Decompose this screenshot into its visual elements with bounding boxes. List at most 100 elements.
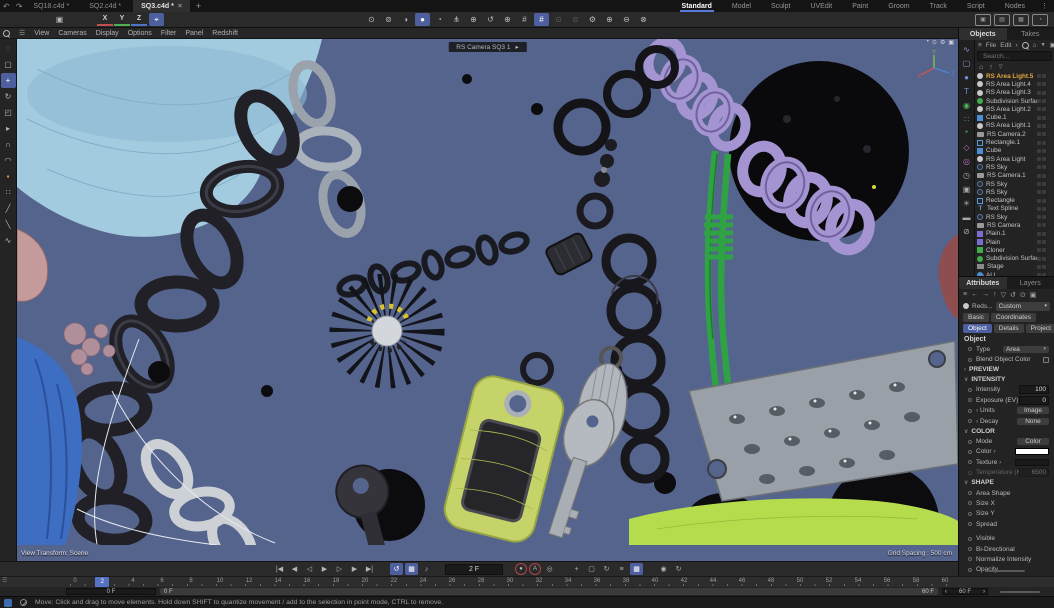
viewport-menu-item[interactable]: Redshift	[212, 30, 238, 37]
keyframe-dot[interactable]	[968, 568, 972, 572]
toolbar-icon[interactable]: ⊖	[619, 13, 634, 26]
close-icon[interactable]: ×	[178, 3, 182, 10]
attribute-page-button[interactable]: Coordinates	[991, 313, 1036, 322]
attribute-row[interactable]: Spread	[959, 519, 1054, 529]
object-tree-item[interactable]: RS Camera.2 ⋮	[975, 130, 1054, 138]
tool-button[interactable]: ▸	[1, 121, 16, 136]
attribute-value[interactable]	[1043, 357, 1049, 363]
transport-button[interactable]: ◁	[303, 563, 316, 575]
object-tree-item[interactable]: RS Camera ⋮	[975, 221, 1054, 229]
visibility-toggles[interactable]	[1037, 74, 1046, 78]
up-arrow-icon[interactable]: ↑	[989, 64, 993, 71]
object-tree-item[interactable]: RS Area Light.1 ⋮	[975, 122, 1054, 130]
record-button[interactable]: ◎	[543, 563, 556, 575]
section-preview[interactable]: › PREVIEW	[959, 365, 1054, 375]
redo-icon[interactable]: ↷	[13, 2, 26, 11]
toolbar-icon[interactable]: #	[534, 13, 549, 26]
attribute-row[interactable]: Type Area	[959, 344, 1054, 354]
visibility-toggles[interactable]	[1037, 199, 1046, 203]
render-icon[interactable]: ◔	[1032, 14, 1048, 26]
attribute-row[interactable]: Units Image	[959, 406, 1054, 416]
layout-tab[interactable]: Nodes	[995, 0, 1035, 12]
document-tab[interactable]: SQ3.c4d * ×	[133, 0, 190, 12]
visibility-toggles[interactable]	[1037, 223, 1046, 227]
palette-icon[interactable]: ◇	[960, 141, 973, 153]
axis-modifier-icon[interactable]: ⌖	[149, 13, 164, 26]
attribute-value[interactable]: 0	[1019, 396, 1049, 405]
viewport-mini-icon[interactable]: ▣	[948, 39, 954, 46]
transport-button[interactable]: ▦	[405, 563, 418, 575]
visibility-toggles[interactable]	[1037, 107, 1046, 111]
axis-lock-button[interactable]: Z	[131, 13, 147, 26]
toolbar-icon[interactable]: ◔	[432, 13, 447, 26]
palette-icon[interactable]: ⊘	[960, 225, 973, 237]
attribute-toolbar-icon[interactable]: ▽	[1001, 291, 1006, 299]
filter-icon[interactable]: ▽	[999, 64, 1003, 70]
object-tree-item[interactable]: RS Camera.1 ⋮	[975, 172, 1054, 180]
layout-tab[interactable]: Groom	[878, 0, 919, 12]
object-tree-item[interactable]: RS Area Light.5 ⋮	[975, 72, 1054, 80]
object-tree-item[interactable]: RS Area Light.4 ⋮	[975, 80, 1054, 88]
palette-icon[interactable]: ▬	[960, 211, 973, 223]
home-icon[interactable]: ⌂	[979, 64, 983, 71]
attribute-page-button[interactable]: Object	[963, 324, 992, 333]
keyframe-dot[interactable]	[968, 358, 972, 362]
attribute-row[interactable]: Area Shape	[959, 488, 1054, 498]
toolbar-icon[interactable]: ⊙	[551, 13, 566, 26]
viewport-menu-item[interactable]: Options	[128, 30, 152, 37]
object-tree-item[interactable]: Plain ⋮	[975, 238, 1054, 246]
toolbar-icon[interactable]: ⊚	[381, 13, 396, 26]
visibility-toggles[interactable]	[1037, 82, 1046, 86]
toolbar-icon[interactable]: ⚙	[585, 13, 600, 26]
object-tree-item[interactable]: ALL ⋮	[975, 271, 1054, 276]
current-frame-field[interactable]: 2 F	[445, 564, 503, 575]
document-tab[interactable]: SQ2.c4d *	[81, 0, 133, 12]
object-tree-item[interactable]: T Text Spline ⋮	[975, 205, 1054, 213]
object-tree-item[interactable]: RS Sky ⋮	[975, 188, 1054, 196]
visibility-toggles[interactable]	[1037, 232, 1046, 236]
manager-tab[interactable]: Objects	[959, 28, 1007, 40]
keyframe-dot[interactable]	[968, 512, 972, 516]
keyframe-dot[interactable]	[968, 557, 972, 561]
transport-button[interactable]: |◀	[273, 563, 286, 575]
visibility-toggles[interactable]	[1037, 273, 1046, 276]
workplane-box-icon[interactable]: ▣	[52, 13, 67, 26]
menu-icon[interactable]: ≡	[978, 42, 982, 49]
toolbar-icon[interactable]: ⊕	[500, 13, 515, 26]
mode-dropdown[interactable]: Custom ▾	[996, 302, 1050, 311]
record-button[interactable]: ◉	[657, 563, 670, 575]
keyframe-dot[interactable]	[968, 491, 972, 495]
section-color[interactable]: ∨ COLOR	[959, 426, 1054, 436]
layout-tab[interactable]: Track	[920, 0, 957, 12]
attribute-row[interactable]: Visible	[959, 533, 1054, 543]
visibility-toggles[interactable]	[1037, 257, 1046, 261]
menu-icon[interactable]: ☰	[19, 29, 25, 37]
attribute-value[interactable]: 6500	[1019, 468, 1049, 477]
object-tree-item[interactable]: Plain.1 ⋮	[975, 230, 1054, 238]
transport-button[interactable]: ▶	[348, 563, 361, 575]
palette-icon[interactable]: ◎	[960, 155, 973, 167]
visibility-toggles[interactable]	[1037, 207, 1046, 211]
visibility-toggles[interactable]	[1037, 124, 1046, 128]
manager-tab[interactable]: Takes	[1007, 28, 1054, 40]
section-shape[interactable]: ∨ SHAPE	[959, 478, 1054, 488]
keyframe-dot[interactable]	[968, 471, 972, 475]
tool-button[interactable]: ╲	[1, 217, 16, 232]
document-tab[interactable]: SQ18.c4d *	[25, 0, 81, 12]
search-input[interactable]	[981, 52, 1048, 61]
attribute-value[interactable]: Area	[1003, 346, 1049, 353]
tool-button[interactable]: ↻	[1, 89, 16, 104]
timeline-ruler[interactable]: ☰ 02468101214161820222426283032343638404…	[0, 576, 1054, 587]
palette-icon[interactable]: *	[960, 127, 973, 139]
viewport-mini-icon[interactable]: ⊙	[932, 39, 937, 46]
tool-button[interactable]: ◰	[1, 105, 16, 120]
keyframe-dot[interactable]	[968, 398, 972, 402]
toolbar-icon[interactable]: ⊙	[568, 13, 583, 26]
visibility-toggles[interactable]	[1037, 149, 1046, 153]
tool-button[interactable]: ▪	[1, 169, 16, 184]
attribute-row[interactable]: Intensity 100	[959, 385, 1054, 395]
active-camera-label[interactable]: RS Camera SQ3 1 ▸	[448, 42, 526, 52]
render-icon[interactable]: ▣	[975, 14, 991, 26]
tool-button[interactable]: ◠	[1, 153, 16, 168]
viewport-menu-item[interactable]: Filter	[161, 30, 177, 37]
